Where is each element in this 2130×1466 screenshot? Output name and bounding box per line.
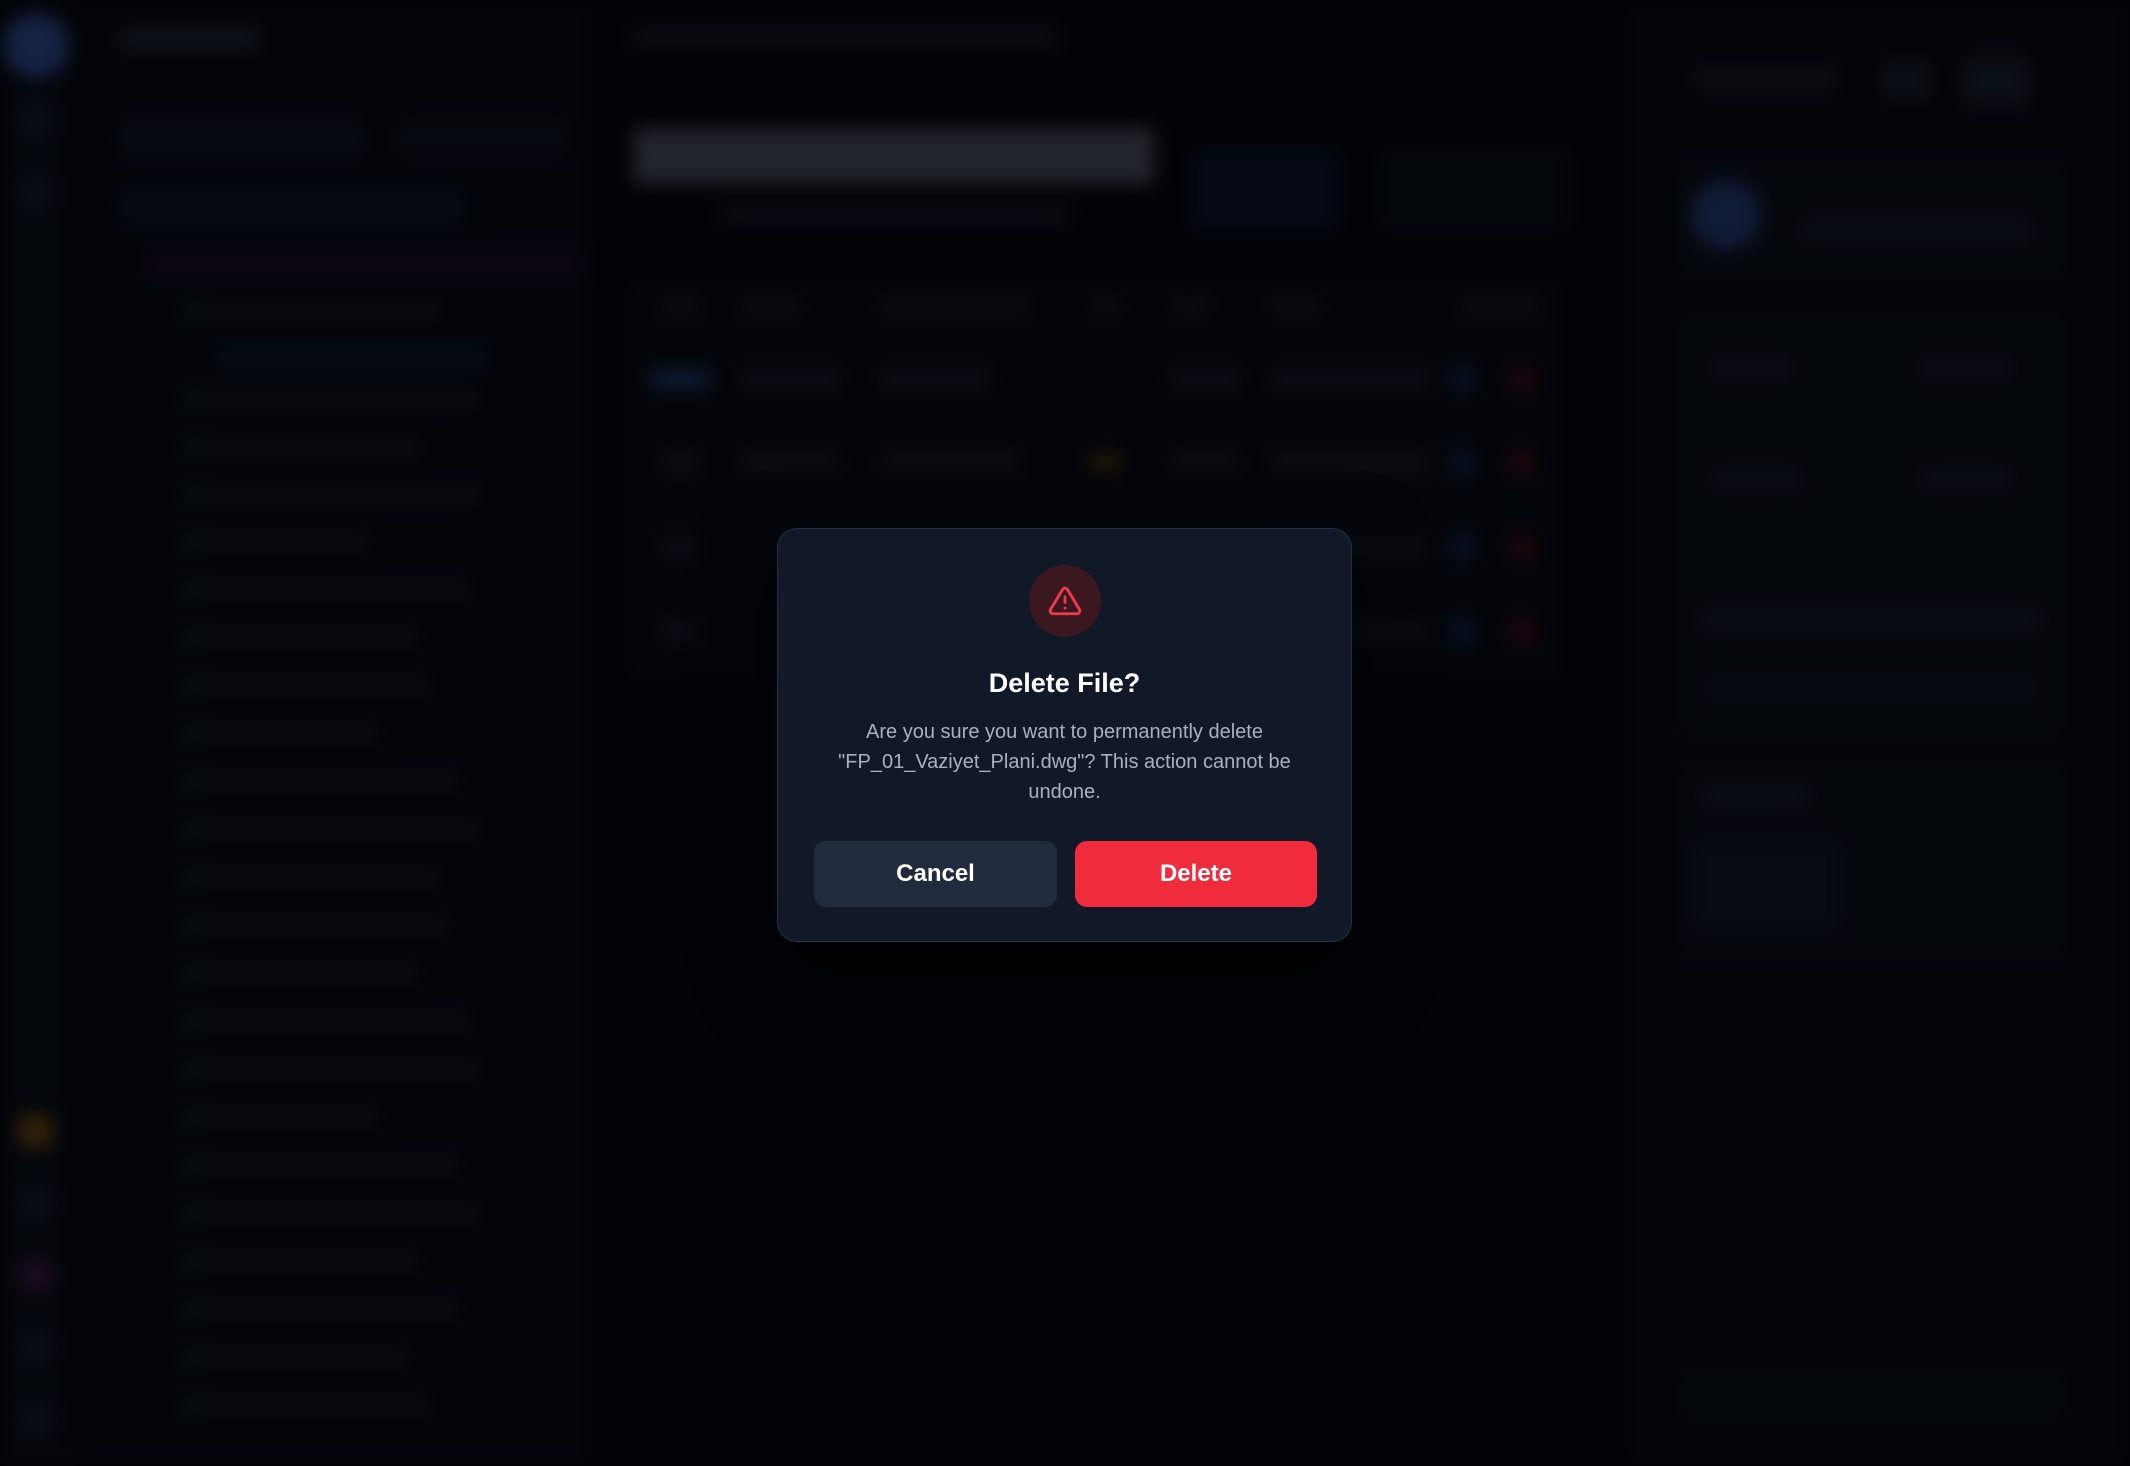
delete-button[interactable]: Delete bbox=[1075, 841, 1317, 907]
dialog-title: Delete File? bbox=[988, 668, 1141, 698]
dialog-message: Are you sure you want to permanently del… bbox=[838, 721, 1291, 803]
delete-file-dialog: Delete File? Are you sure you want to pe… bbox=[777, 528, 1352, 942]
warning-icon-badge bbox=[1029, 565, 1101, 637]
app-window: Delete File? Are you sure you want to pe… bbox=[0, 0, 2130, 1466]
cancel-button[interactable]: Cancel bbox=[814, 841, 1057, 907]
warning-triangle-icon bbox=[1048, 586, 1082, 616]
